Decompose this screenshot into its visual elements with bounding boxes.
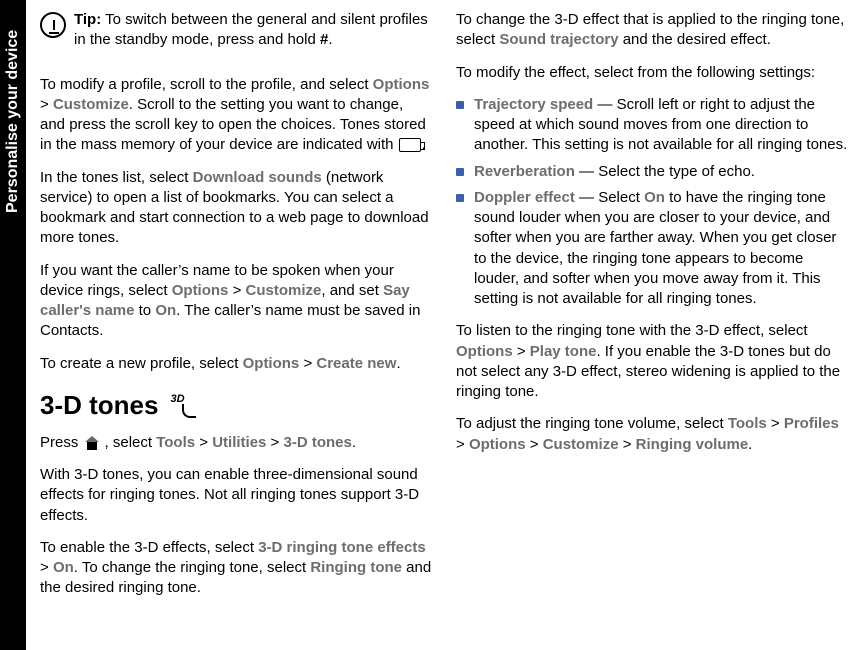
list-item: Reverberation — Select the type of echo. [456,162,848,182]
para-download-sounds: In the tones list, select Download sound… [40,168,432,249]
3d-tones-icon: 3D [168,392,198,418]
list-item: Trajectory speed — Scroll left or right … [456,95,848,156]
para-sound-trajectory: To change the 3-D effect that is applied… [456,10,848,51]
page-content: Tip: To switch between the general and s… [40,10,848,640]
para-create-profile: To create a new profile, select Options … [40,354,432,374]
mass-memory-icon [399,138,421,152]
para-ringing-volume: To adjust the ringing tone volume, selec… [456,414,848,455]
list-item: Doppler effect — Select On to have the r… [456,188,848,310]
para-modify-effect: To modify the effect, select from the fo… [456,63,848,83]
section-heading-3d-tones: 3-D tones 3D [40,388,432,423]
para-say-caller-name: If you want the caller’s name to be spok… [40,261,432,342]
para-nav-3d-tones: Press , select Tools > Utilities > 3-D t… [40,433,432,453]
para-modify-profile: To modify a profile, scroll to the profi… [40,75,432,156]
effect-settings-list: Trajectory speed — Scroll left or right … [456,95,848,310]
tip-lightbulb-icon [40,12,66,38]
tip-block: Tip: To switch between the general and s… [40,10,432,63]
para-play-tone: To listen to the ringing tone with the 3… [456,321,848,402]
side-tab: Personalise your device [0,0,26,650]
page-number: 96 [4,616,21,636]
tip-label: Tip: [74,11,101,28]
para-enable-3d: To enable the 3-D effects, select 3-D ri… [40,538,432,599]
tip-text: Tip: To switch between the general and s… [74,10,432,51]
para-3d-intro: With 3-D tones, you can enable three-dim… [40,465,432,526]
menu-key-icon [85,436,103,450]
